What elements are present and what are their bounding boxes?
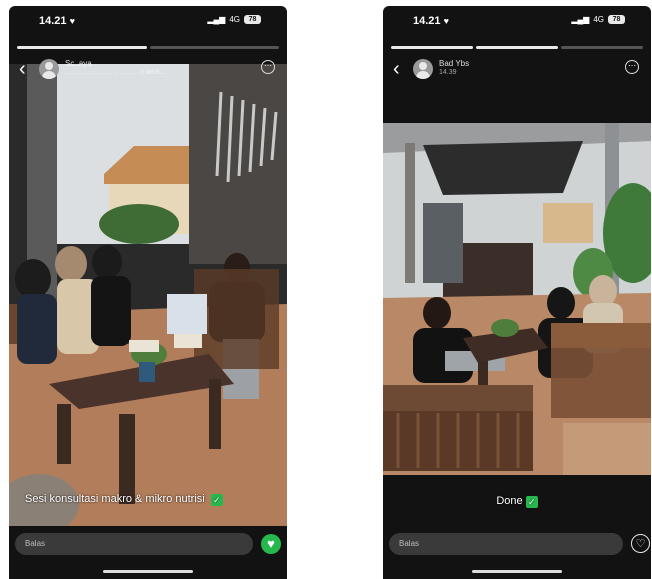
status-time: 14.21 ♥ bbox=[39, 15, 75, 27]
story-header: ‹ Bad Ybs 14.39 ⋯ bbox=[389, 57, 645, 83]
avatar[interactable] bbox=[39, 59, 59, 79]
status-icons: ▂▄▆ 4G 78 bbox=[571, 15, 625, 24]
status-bar: 14.21 ♥ ▂▄▆ 4G 78 bbox=[9, 6, 287, 36]
battery-icon: 78 bbox=[244, 15, 261, 24]
status-time: 14.21 ♥ bbox=[413, 15, 449, 27]
story-caption: Sesi konsultasi makro & mikro nutrisi ✓ bbox=[25, 493, 223, 506]
heart-outline-icon[interactable]: ♡ bbox=[631, 534, 650, 553]
story-photo bbox=[9, 64, 287, 526]
progress-segment bbox=[391, 46, 473, 49]
network-label: 4G bbox=[593, 15, 604, 24]
home-indicator bbox=[472, 570, 562, 573]
back-icon[interactable]: ‹ bbox=[19, 59, 26, 79]
more-options-icon[interactable]: ⋯ bbox=[625, 60, 639, 74]
story-caption: Done ✓ bbox=[383, 495, 651, 508]
check-mark-icon: ✓ bbox=[210, 494, 223, 506]
avatar[interactable] bbox=[413, 59, 433, 79]
battery-icon: 78 bbox=[608, 15, 625, 24]
reply-input[interactable]: Balas bbox=[389, 533, 623, 555]
signal-icon: ▂▄▆ bbox=[571, 15, 590, 24]
user-name[interactable]: Bad Ybs bbox=[439, 59, 469, 68]
status-bar: 14.21 ♥ ▂▄▆ 4G 78 bbox=[383, 6, 651, 36]
story-viewer-right: 14.21 ♥ ▂▄▆ 4G 78 ‹ Bad Ybs 14.39 ⋯ Done… bbox=[383, 6, 651, 579]
caption-text: Done bbox=[496, 495, 523, 507]
heart-status-icon: ♥ bbox=[69, 16, 75, 26]
signal-icon: ▂▄▆ bbox=[207, 15, 226, 24]
story-timestamp: 14.39 bbox=[439, 69, 457, 76]
heart-status-icon: ♥ bbox=[443, 16, 449, 26]
story-viewer-left: 14.21 ♥ ▂▄▆ 4G 78 ‹ Sc..aya ...... .....… bbox=[9, 6, 287, 579]
status-icons: ▂▄▆ 4G 78 bbox=[207, 15, 261, 24]
user-name[interactable]: Sc..aya bbox=[65, 59, 92, 68]
progress-segment bbox=[149, 46, 279, 49]
story-header: ‹ Sc..aya ...... ........ ........ .. ..… bbox=[15, 57, 281, 83]
progress-segment bbox=[561, 46, 643, 49]
heart-icon[interactable]: ♥ bbox=[261, 534, 281, 554]
caption-text: Sesi konsultasi makro & mikro nutrisi bbox=[25, 493, 205, 505]
story-subtitle: ...... ........ ........ .. ........ ..y… bbox=[65, 69, 166, 76]
story-progress-bar bbox=[17, 46, 279, 49]
home-indicator bbox=[103, 570, 193, 573]
network-label: 4G bbox=[229, 15, 240, 24]
story-progress-bar bbox=[391, 46, 643, 49]
progress-segment bbox=[476, 46, 558, 49]
check-mark-icon: ✓ bbox=[525, 496, 538, 508]
story-photo bbox=[383, 123, 651, 475]
reply-input[interactable]: Balas bbox=[15, 533, 253, 555]
progress-segment bbox=[17, 46, 147, 49]
back-icon[interactable]: ‹ bbox=[393, 59, 400, 79]
more-options-icon[interactable]: ⋯ bbox=[261, 60, 275, 74]
